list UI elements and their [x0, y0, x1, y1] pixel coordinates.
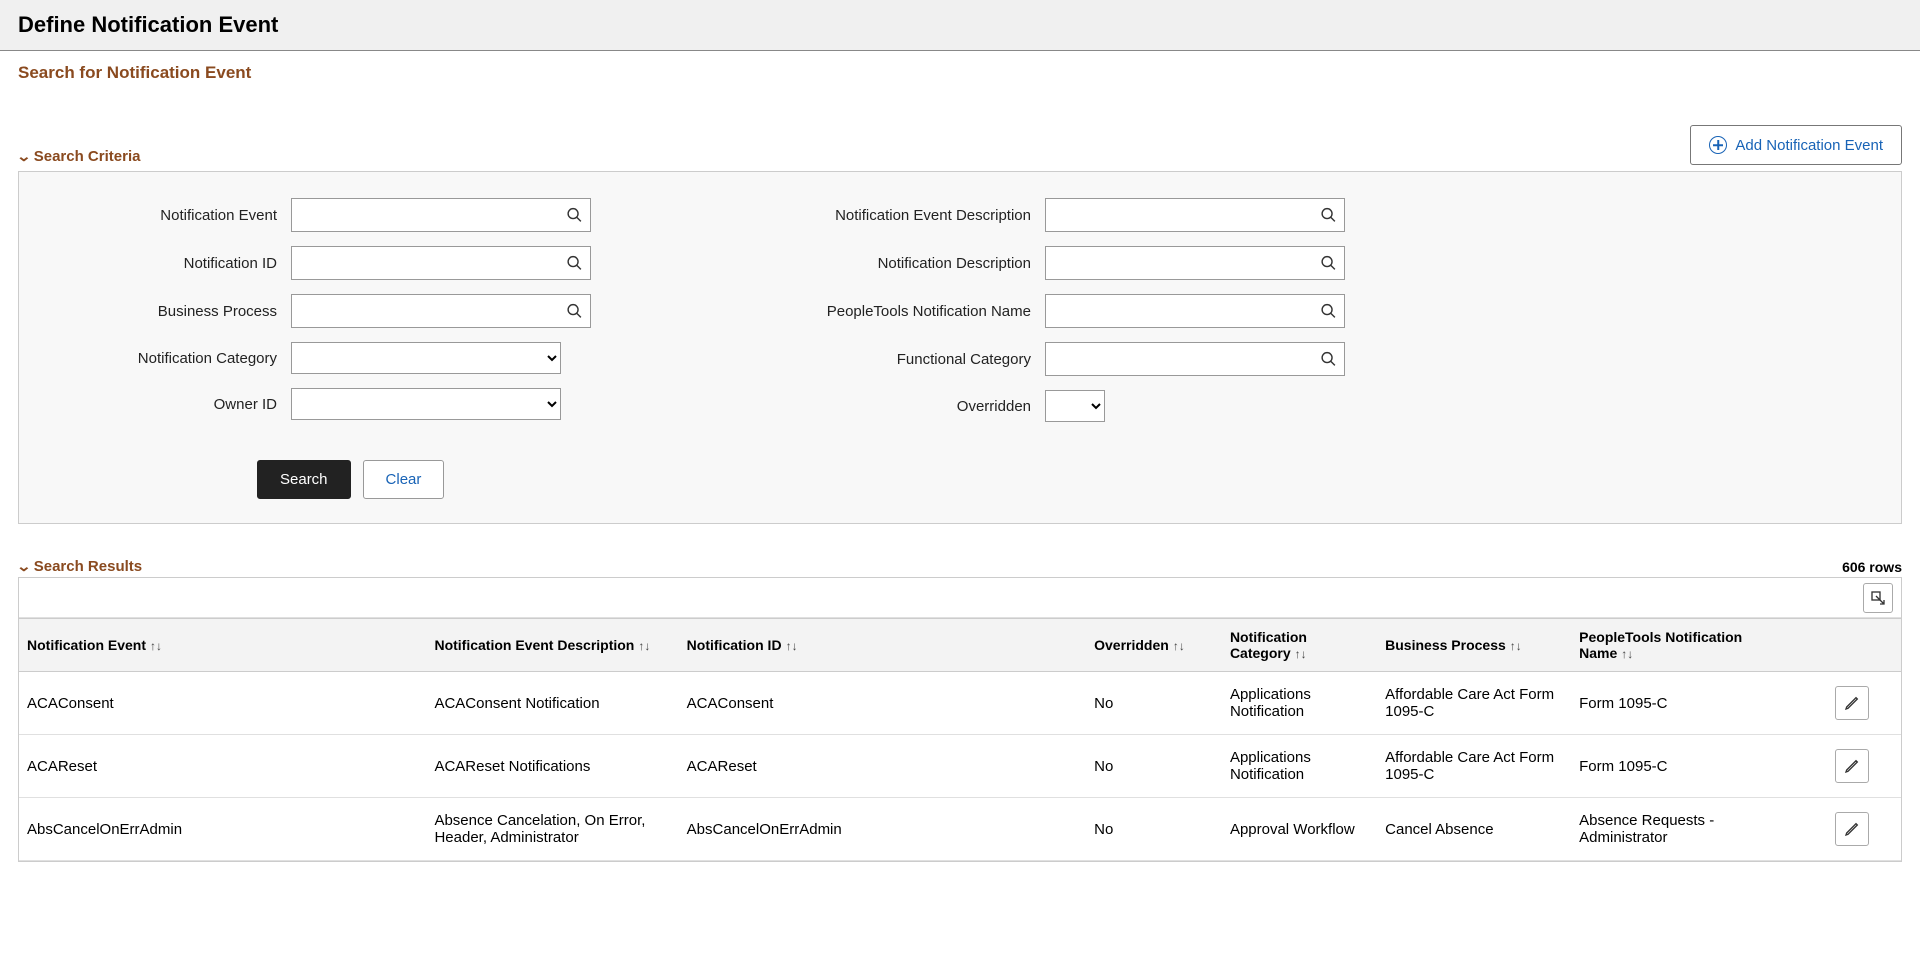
cell-pt: Form 1095-C: [1571, 672, 1804, 735]
cell-id: ACAConsent: [679, 672, 1086, 735]
notification-event-input[interactable]: [291, 198, 591, 232]
edit-row-button[interactable]: [1835, 749, 1869, 783]
owner-id-select[interactable]: [291, 388, 561, 420]
lookup-icon[interactable]: [566, 303, 583, 320]
page-header: Define Notification Event: [0, 0, 1920, 51]
cell-pt: Form 1095-C: [1571, 735, 1804, 798]
cell-id: ACAReset: [679, 735, 1086, 798]
notification-description-input[interactable]: [1045, 246, 1345, 280]
cell-desc: ACAReset Notifications: [426, 735, 678, 798]
field-label: Owner ID: [37, 396, 277, 413]
cell-event: ACAConsent: [19, 672, 426, 735]
lookup-icon[interactable]: [566, 207, 583, 224]
field-label: Notification ID: [37, 255, 277, 272]
cell-cat: Approval Workflow: [1222, 798, 1377, 861]
sort-icon[interactable]: ↑↓: [150, 639, 162, 653]
field-label: Notification Category: [37, 350, 277, 367]
field-label: Business Process: [37, 303, 277, 320]
field-label: Notification Description: [731, 255, 1031, 272]
column-header[interactable]: Business Process ↑↓: [1377, 619, 1571, 672]
cell-over: No: [1086, 798, 1222, 861]
sort-icon[interactable]: ↑↓: [786, 639, 798, 653]
field-label: PeopleTools Notification Name: [731, 303, 1031, 320]
chevron-down-icon: ⌄: [16, 558, 31, 575]
table-row: AbsCancelOnErrAdminAbsence Cancelation, …: [19, 798, 1901, 861]
table-row: ACAConsentACAConsent NotificationACACons…: [19, 672, 1901, 735]
cell-desc: Absence Cancelation, On Error, Header, A…: [426, 798, 678, 861]
column-label: Notification ID: [687, 637, 782, 653]
page-title: Define Notification Event: [18, 12, 1902, 38]
search-results-collapser[interactable]: ⌄ Search Results: [18, 558, 142, 575]
column-label: PeopleTools Notification Name: [1579, 629, 1742, 661]
sort-icon[interactable]: ↑↓: [1295, 647, 1307, 661]
business-process-input[interactable]: [291, 294, 591, 328]
rows-count: 606 rows: [1842, 559, 1902, 575]
field-label: Notification Event Description: [731, 207, 1031, 224]
clear-button[interactable]: Clear: [363, 460, 445, 499]
search-criteria-heading: Search Criteria: [34, 148, 141, 165]
results-grid: Notification Event↑↓Notification Event D…: [18, 577, 1902, 862]
cell-bp: Affordable Care Act Form 1095-C: [1377, 672, 1571, 735]
table-row: ACAResetACAReset NotificationsACAResetNo…: [19, 735, 1901, 798]
cell-bp: Affordable Care Act Form 1095-C: [1377, 735, 1571, 798]
edit-row-button[interactable]: [1835, 812, 1869, 846]
cell-cat: Applications Notification: [1222, 735, 1377, 798]
field-label: Notification Event: [37, 207, 277, 224]
cell-event: AbsCancelOnErrAdmin: [19, 798, 426, 861]
add-notification-event-button[interactable]: Add Notification Event: [1690, 125, 1902, 165]
column-header[interactable]: Notification ID ↑↓: [679, 619, 1086, 672]
field-label: Functional Category: [731, 351, 1031, 368]
sort-icon[interactable]: ↑↓: [1510, 639, 1522, 653]
plus-circle-icon: [1709, 136, 1727, 154]
functional-category-input[interactable]: [1045, 342, 1345, 376]
search-criteria-panel: Notification Event Notification ID Busines…: [18, 171, 1902, 524]
lookup-icon[interactable]: [1320, 351, 1337, 368]
notification-id-input[interactable]: [291, 246, 591, 280]
column-label: Notification Event: [27, 637, 146, 653]
cell-event: ACAReset: [19, 735, 426, 798]
column-header[interactable]: Notification Event ↑↓: [19, 619, 426, 672]
peopletools-notification-name-input[interactable]: [1045, 294, 1345, 328]
cell-over: No: [1086, 735, 1222, 798]
add-button-label: Add Notification Event: [1735, 137, 1883, 154]
cell-id: AbsCancelOnErrAdmin: [679, 798, 1086, 861]
sort-icon[interactable]: ↑↓: [638, 639, 650, 653]
field-label: Overridden: [731, 398, 1031, 415]
overridden-select[interactable]: [1045, 390, 1105, 422]
column-label: Overridden: [1094, 637, 1169, 653]
lookup-icon[interactable]: [1320, 303, 1337, 320]
cell-desc: ACAConsent Notification: [426, 672, 678, 735]
edit-row-button[interactable]: [1835, 686, 1869, 720]
column-header[interactable]: Notification Category↑↓: [1222, 619, 1377, 672]
cell-over: No: [1086, 672, 1222, 735]
sort-icon[interactable]: ↑↓: [1173, 639, 1185, 653]
column-header[interactable]: Overridden ↑↓: [1086, 619, 1222, 672]
sort-icon[interactable]: ↑↓: [1621, 647, 1633, 661]
search-criteria-collapser[interactable]: ⌄ Search Criteria: [18, 148, 140, 165]
column-header[interactable]: Notification Event Description ↑↓: [426, 619, 678, 672]
search-button[interactable]: Search: [257, 460, 351, 499]
cell-cat: Applications Notification: [1222, 672, 1377, 735]
notification-event-description-input[interactable]: [1045, 198, 1345, 232]
column-label: Business Process: [1385, 637, 1506, 653]
cell-bp: Cancel Absence: [1377, 798, 1571, 861]
column-label: Notification Event Description: [434, 637, 634, 653]
grid-settings-button[interactable]: [1863, 583, 1893, 613]
notification-category-select[interactable]: [291, 342, 561, 374]
cell-pt: Absence Requests - Administrator: [1571, 798, 1804, 861]
lookup-icon[interactable]: [1320, 255, 1337, 272]
lookup-icon[interactable]: [566, 255, 583, 272]
lookup-icon[interactable]: [1320, 207, 1337, 224]
column-header[interactable]: PeopleTools Notification Name↑↓: [1571, 619, 1804, 672]
search-results-heading: Search Results: [34, 558, 142, 575]
page-subtitle: Search for Notification Event: [18, 63, 1902, 83]
chevron-down-icon: ⌄: [16, 148, 31, 165]
